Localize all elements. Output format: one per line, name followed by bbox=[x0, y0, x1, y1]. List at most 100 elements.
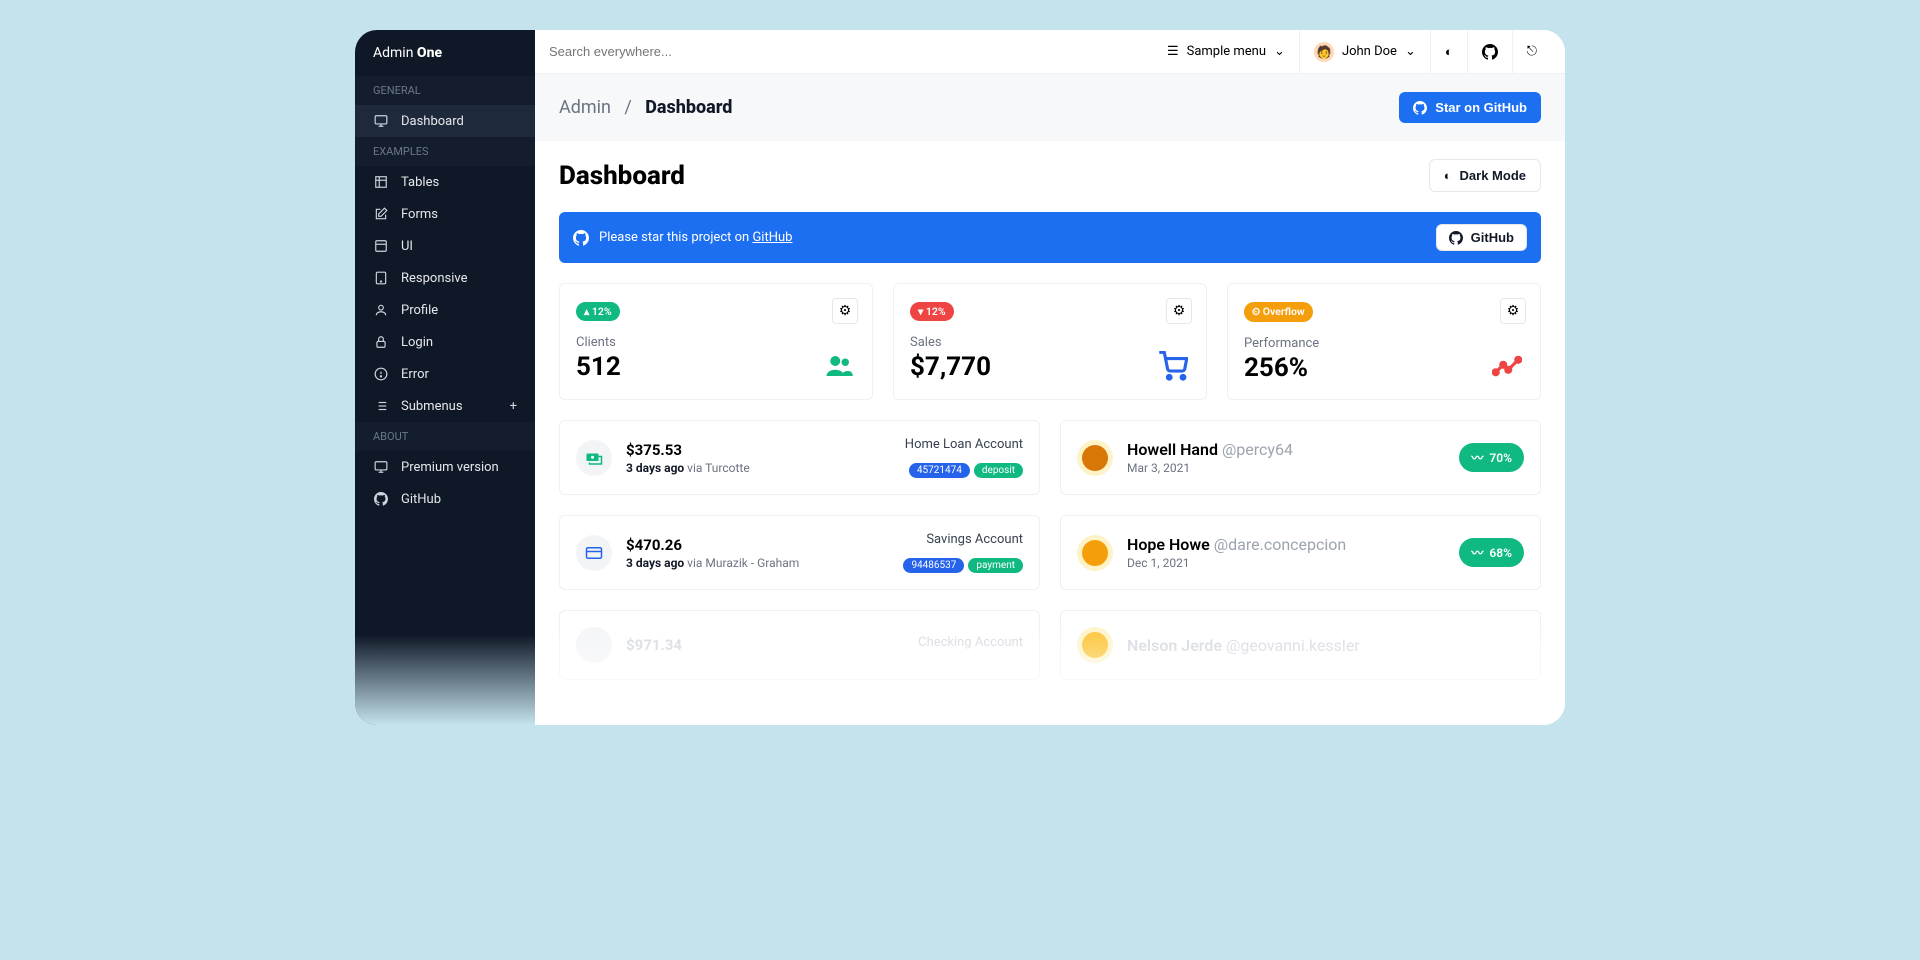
sidebar-item-profile[interactable]: Profile bbox=[355, 294, 535, 326]
sidebar-item-forms[interactable]: Forms bbox=[355, 198, 535, 230]
banner-link[interactable]: GitHub bbox=[752, 230, 792, 245]
edit-icon bbox=[373, 206, 389, 222]
logout-icon: ⎋ bbox=[1527, 44, 1537, 59]
star-label: Star on GitHub bbox=[1435, 100, 1527, 115]
error-icon bbox=[373, 366, 389, 382]
crumb-current: Dashboard bbox=[645, 97, 732, 118]
card-settings-button[interactable]: ⚙ bbox=[832, 298, 858, 324]
github-icon bbox=[573, 230, 589, 246]
person-date: Mar 3, 2021 bbox=[1127, 461, 1445, 475]
transaction-row[interactable]: $470.26 3 days ago via Murazik - Graham Sa… bbox=[559, 515, 1040, 590]
sample-menu-dropdown[interactable]: ☰ Sample menu ⌄ bbox=[1153, 30, 1299, 73]
sidebar-item-label: UI bbox=[401, 239, 413, 254]
person-row[interactable]: Hope Howe @dare.concepcionDec 1, 2021〰68… bbox=[1060, 515, 1541, 590]
transaction-amount: $375.53 bbox=[626, 441, 891, 459]
user-name: John Doe bbox=[1342, 44, 1397, 59]
sidebar-item-ui[interactable]: UI bbox=[355, 230, 535, 262]
stat-label: Clients bbox=[576, 335, 856, 350]
stat-card-sales: ▾ 12%⚙Sales$7,770 bbox=[893, 283, 1207, 400]
table-icon bbox=[373, 174, 389, 190]
github-icon bbox=[373, 491, 389, 507]
brand: Admin One bbox=[355, 30, 535, 76]
stat-card-clients: ▴ 12% ⚙ Clients 512 bbox=[559, 283, 873, 400]
stat-value: $7,770 bbox=[910, 352, 1190, 382]
person-row[interactable]: Howell Hand @percy64Mar 3, 2021〰70% bbox=[1060, 420, 1541, 495]
logout-button[interactable]: ⎋ bbox=[1512, 30, 1551, 73]
breadcrumb-bar: Admin / Dashboard Star on GitHub bbox=[535, 74, 1565, 141]
avatar-icon bbox=[1077, 440, 1113, 476]
sidebar-item-label: Submenus bbox=[401, 399, 463, 414]
dark-mode-label: Dark Mode bbox=[1460, 168, 1526, 183]
sidebar-item-github[interactable]: GitHub bbox=[355, 483, 535, 515]
stat-card-performance: ⏲ Overflow⚙Performance256% bbox=[1227, 283, 1541, 400]
sidebar-item-label: Error bbox=[401, 367, 429, 382]
gear-icon: ⚙ bbox=[839, 303, 852, 319]
banner-github-button[interactable]: GitHub bbox=[1436, 224, 1527, 251]
menu-icon: ☰ bbox=[1167, 44, 1179, 59]
lock-icon bbox=[373, 334, 389, 350]
transaction-row[interactable]: $375.53 3 days ago via Turcotte Home Loan … bbox=[559, 420, 1040, 495]
sidebar-item-dashboard[interactable]: Dashboard bbox=[355, 105, 535, 137]
monitor-icon bbox=[373, 113, 389, 129]
responsive-icon bbox=[373, 270, 389, 286]
sidebar-item-submenus[interactable]: Submenus+ bbox=[355, 390, 535, 422]
github-link[interactable] bbox=[1467, 30, 1512, 73]
stat-value: 512 bbox=[576, 352, 856, 382]
fade-overlay bbox=[535, 615, 1565, 725]
transaction-meta: 3 days ago via Turcotte bbox=[626, 461, 891, 475]
transaction-meta: 3 days ago via Murazik - Graham bbox=[626, 556, 885, 570]
profile-icon bbox=[373, 302, 389, 318]
user-menu[interactable]: 🧑 John Doe ⌄ bbox=[1299, 30, 1430, 73]
trend-up-icon: 〰 bbox=[1471, 449, 1483, 466]
chart-icon bbox=[1492, 351, 1522, 381]
sample-menu-label: Sample menu bbox=[1187, 44, 1266, 59]
sidebar-item-error[interactable]: Error bbox=[355, 358, 535, 390]
breadcrumb: Admin / Dashboard bbox=[559, 97, 732, 118]
card-settings-button[interactable]: ⚙ bbox=[1166, 298, 1192, 324]
monitor-icon bbox=[373, 459, 389, 475]
topbar: ☰ Sample menu ⌄ 🧑 John Doe ⌄ ◐ ⎋ bbox=[535, 30, 1565, 74]
transaction-amount: $470.26 bbox=[626, 536, 885, 554]
github-icon bbox=[1413, 101, 1427, 115]
gear-icon: ⚙ bbox=[1173, 303, 1186, 319]
trend-pill: ▴ 12% bbox=[576, 302, 620, 321]
sidebar-item-label: Forms bbox=[401, 207, 438, 222]
dark-mode-button[interactable]: ◐ Dark Mode bbox=[1429, 159, 1541, 192]
chevron-down-icon: ⌄ bbox=[1274, 44, 1285, 59]
brand-text1: Admin bbox=[373, 45, 417, 61]
crumb-root[interactable]: Admin bbox=[559, 97, 611, 118]
chevron-down-icon: ⌄ bbox=[1405, 44, 1416, 59]
sidebar-item-premium-version[interactable]: Premium version bbox=[355, 451, 535, 483]
banner-text: Please star this project on GitHub bbox=[599, 230, 792, 245]
transaction-account: Savings Account bbox=[899, 532, 1023, 547]
theme-toggle-button[interactable]: ◐ bbox=[1430, 30, 1467, 73]
trend-pill: ⏲ Overflow bbox=[1244, 302, 1313, 322]
person-handle: @percy64 bbox=[1222, 440, 1293, 459]
github-icon bbox=[1482, 44, 1498, 60]
sidebar-item-label: Dashboard bbox=[401, 114, 464, 129]
cash-icon bbox=[576, 440, 612, 476]
avatar-icon bbox=[1077, 535, 1113, 571]
card-settings-button[interactable]: ⚙ bbox=[1500, 298, 1526, 324]
transaction-code: 94486537 bbox=[903, 558, 964, 573]
transaction-account: Home Loan Account bbox=[905, 437, 1023, 452]
sidebar-section-label: ABOUT bbox=[355, 422, 535, 451]
users-icon bbox=[824, 351, 854, 381]
star-github-button[interactable]: Star on GitHub bbox=[1399, 92, 1541, 123]
crumb-sep: / bbox=[624, 97, 631, 118]
trend-pill: ▾ 12% bbox=[910, 302, 954, 321]
sidebar-item-tables[interactable]: Tables bbox=[355, 166, 535, 198]
sidebar-section-label: GENERAL bbox=[355, 76, 535, 105]
sidebar-item-login[interactable]: Login bbox=[355, 326, 535, 358]
stat-label: Performance bbox=[1244, 336, 1524, 351]
notice-banner: Please star this project on GitHub GitHu… bbox=[559, 212, 1541, 263]
card-icon bbox=[576, 535, 612, 571]
person-name: Howell Hand @percy64 bbox=[1127, 440, 1445, 459]
search-input[interactable] bbox=[549, 44, 889, 59]
person-date: Dec 1, 2021 bbox=[1127, 556, 1445, 570]
sidebar-item-responsive[interactable]: Responsive bbox=[355, 262, 535, 294]
trend-up-icon: 〰 bbox=[1471, 544, 1483, 561]
theme-icon: ◐ bbox=[1444, 168, 1452, 183]
sidebar-item-label: GitHub bbox=[401, 492, 441, 507]
gear-icon: ⚙ bbox=[1507, 303, 1520, 319]
